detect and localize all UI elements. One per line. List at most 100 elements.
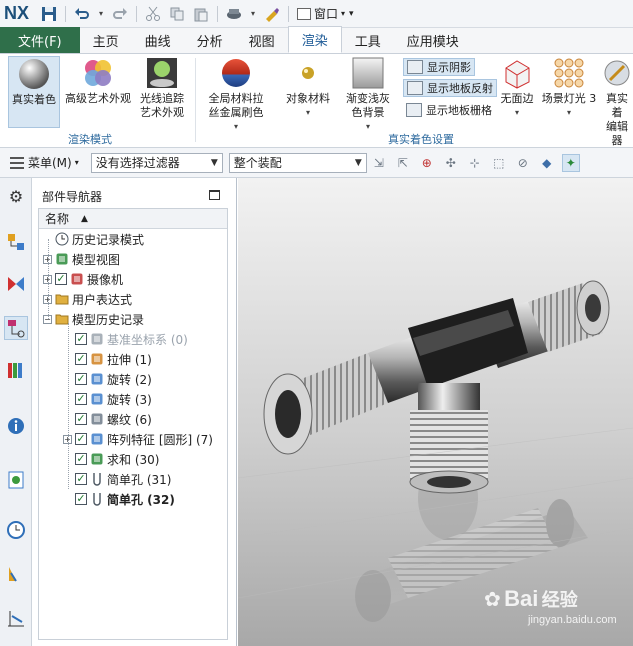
tab-render[interactable]: 渲染 (287, 26, 342, 53)
title-bar: NX ▾ ▾ 窗口 ▾ ▾ (0, 0, 633, 28)
assembly-navigator-icon[interactable] (4, 230, 28, 254)
redo-icon[interactable] (111, 5, 129, 23)
true-shading-label: 真实着色 (12, 93, 56, 106)
touch-mode-dropdown-icon[interactable]: ▾ (249, 5, 257, 23)
reuse-library-icon[interactable] (4, 358, 28, 382)
menu-button[interactable]: 菜单(M) ▾ (0, 154, 85, 171)
ray-traced-studio-button[interactable]: 光线追踪 艺术外观 (136, 56, 188, 120)
true-shading-editor-button[interactable]: 真实着 编辑器 (601, 56, 633, 148)
undo-dropdown-icon[interactable]: ▾ (97, 5, 105, 23)
deselect-all-icon[interactable]: ⊘ (514, 154, 532, 172)
tree-node[interactable]: ✓ 简单孔 (31) (63, 469, 171, 489)
floor-grid-toggle[interactable]: 显示地板栅格 (403, 101, 495, 119)
copy-icon[interactable] (168, 5, 186, 23)
floor-reflection-toggle[interactable]: 显示地板反射 (403, 79, 497, 97)
scene-lighting-button[interactable]: 场景灯光 3 ▾ (540, 56, 598, 120)
touch-mode-icon[interactable] (225, 5, 243, 23)
checkbox-checked[interactable]: ✓ (55, 273, 67, 285)
maximize-icon[interactable] (209, 190, 220, 200)
resource-bar: ⚙ (0, 178, 32, 646)
tree-node[interactable]: + ✓ 摄像机 (43, 269, 123, 289)
tree-node[interactable]: ✓ 简单孔 (32) (63, 489, 175, 509)
tree-node-label: 求和 (30) (107, 452, 160, 467)
tree-node[interactable]: ✓ 基准坐标系 (0) (63, 329, 188, 349)
graphics-window[interactable]: ✿ Bai 经验 jingyan.baidu.com (238, 178, 633, 646)
checkbox-checked[interactable]: ✓ (75, 473, 87, 485)
system-scene-icon[interactable] (4, 606, 28, 630)
rectangle-select-icon[interactable]: ⬚ (490, 154, 508, 172)
constraint-navigator-icon[interactable] (4, 272, 28, 296)
no-face-edges-button[interactable]: 无面边 ▾ (498, 56, 536, 120)
tree-node[interactable]: + ✓ 阵列特征 [圆形] (7) (63, 429, 213, 449)
part-navigator-panel: 部件导航器 名称 ▲ 历史记录模式 + 模型视图 + ✓ 摄像机 + 用户表达式 − 模型历史记录… (32, 178, 237, 646)
save-icon[interactable] (40, 5, 58, 23)
select-feature-icon[interactable]: ⇱ (394, 154, 412, 172)
tree-node[interactable]: − 模型历史记录 (43, 309, 144, 329)
ribbon-panel: 真实着色 高级艺术外观 光线追踪 艺术外观 渲染模式 全局材料拉 丝金属刷色 ▾… (0, 54, 633, 148)
camera-icon (70, 272, 84, 286)
tab-file[interactable]: 文件(F) (0, 27, 80, 53)
checkbox-checked[interactable]: ✓ (75, 393, 87, 405)
select-connected-icon[interactable]: ⊹ (466, 154, 484, 172)
tree-node[interactable]: ✓ 旋转 (3) (63, 389, 152, 409)
selection-scope-dropdown[interactable]: 整个装配 ▼ (228, 152, 367, 173)
snap-point-icon[interactable]: ⇲ (370, 154, 388, 172)
hd3d-tools-icon[interactable] (4, 414, 28, 438)
tree-connector (68, 323, 69, 489)
chevron-down-icon: ▾ (305, 108, 310, 117)
tree-node-label: 拉伸 (1) (107, 352, 152, 367)
checkbox-checked[interactable]: ✓ (75, 493, 87, 505)
point-snap-icon[interactable]: ⊕ (418, 154, 436, 172)
baidu-watermark: ✿ Bai 经验 (484, 586, 578, 612)
tree-node[interactable]: ✓ 螺纹 (6) (63, 409, 152, 429)
advanced-studio-label: 高级艺术外观 (65, 92, 131, 105)
tree-node[interactable]: ✓ 旋转 (2) (63, 369, 152, 389)
part-navigator-icon[interactable] (4, 316, 28, 340)
checkbox-checked[interactable]: ✓ (75, 453, 87, 465)
true-shading-button[interactable]: 真实着色 (8, 56, 60, 128)
tab-view[interactable]: 视图 (236, 27, 288, 53)
gradient-background-button[interactable]: 渐变浅灰 色背景 ▾ (340, 56, 396, 134)
customize-quick-access-icon[interactable]: ▾ (349, 9, 354, 19)
checkbox-checked[interactable]: ✓ (75, 333, 87, 345)
object-material-button[interactable]: 对象材料 ▾ (282, 56, 334, 120)
chevron-down-icon: ▾ (365, 122, 370, 131)
tree-node-label: 摄像机 (87, 272, 124, 287)
tree-node[interactable]: 历史记录模式 (43, 229, 144, 249)
advanced-studio-button[interactable]: 高级艺术外观 (64, 56, 132, 106)
selection-intent-icon[interactable]: ✣ (442, 154, 460, 172)
show-shadows-toggle[interactable]: 显示阴影 (403, 58, 475, 76)
tree-node-label: 旋转 (2) (107, 372, 152, 387)
global-material-button[interactable]: 全局材料拉 丝金属刷色 ▾ (204, 56, 268, 134)
system-materials-icon[interactable] (4, 562, 28, 586)
checkbox-checked[interactable]: ✓ (75, 373, 87, 385)
no-face-edges-icon (505, 60, 530, 89)
shading-settings-group-label: 真实着色设置 (388, 133, 454, 146)
web-browser-icon[interactable] (4, 468, 28, 492)
tab-curve[interactable]: 曲线 (132, 27, 184, 53)
history-icon[interactable] (4, 518, 28, 542)
checkbox-checked[interactable]: ✓ (75, 413, 87, 425)
undo-icon[interactable] (73, 5, 91, 23)
repeat-command-icon[interactable] (263, 5, 281, 23)
paste-icon[interactable] (192, 5, 210, 23)
tree-node[interactable]: + 模型视图 (43, 249, 120, 269)
name-column-label: 名称 (45, 212, 70, 226)
name-column-header[interactable]: 名称 ▲ (39, 209, 227, 229)
tree-node-label: 简单孔 (32) (107, 492, 175, 507)
cut-icon[interactable] (144, 5, 162, 23)
tab-tools[interactable]: 工具 (342, 27, 394, 53)
tab-analysis[interactable]: 分析 (184, 27, 236, 53)
tree-node[interactable]: + 用户表达式 (43, 289, 132, 309)
tree-node[interactable]: ✓ 拉伸 (1) (63, 349, 152, 369)
type-filter-dropdown[interactable]: 没有选择过滤器 ▼ (90, 152, 223, 173)
window-menu[interactable]: 窗口 ▾ ▾ (297, 5, 354, 22)
checkbox-checked[interactable]: ✓ (75, 433, 87, 445)
snap-enable-icon[interactable]: ✦ (561, 153, 580, 172)
tab-application[interactable]: 应用模块 (394, 27, 472, 53)
settings-gear-icon[interactable]: ⚙ (4, 184, 28, 208)
tab-home[interactable]: 主页 (80, 27, 132, 53)
checkbox-checked[interactable]: ✓ (75, 353, 87, 365)
tree-node[interactable]: ✓ 求和 (30) (63, 449, 159, 469)
shaded-view-icon[interactable]: ◆ (538, 154, 556, 172)
